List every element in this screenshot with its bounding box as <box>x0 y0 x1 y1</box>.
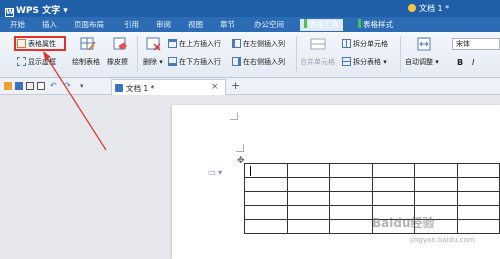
watermark-text: Baidu经验 <box>372 216 435 230</box>
watermark-subtext: jingyan.baidu.com <box>410 236 475 244</box>
